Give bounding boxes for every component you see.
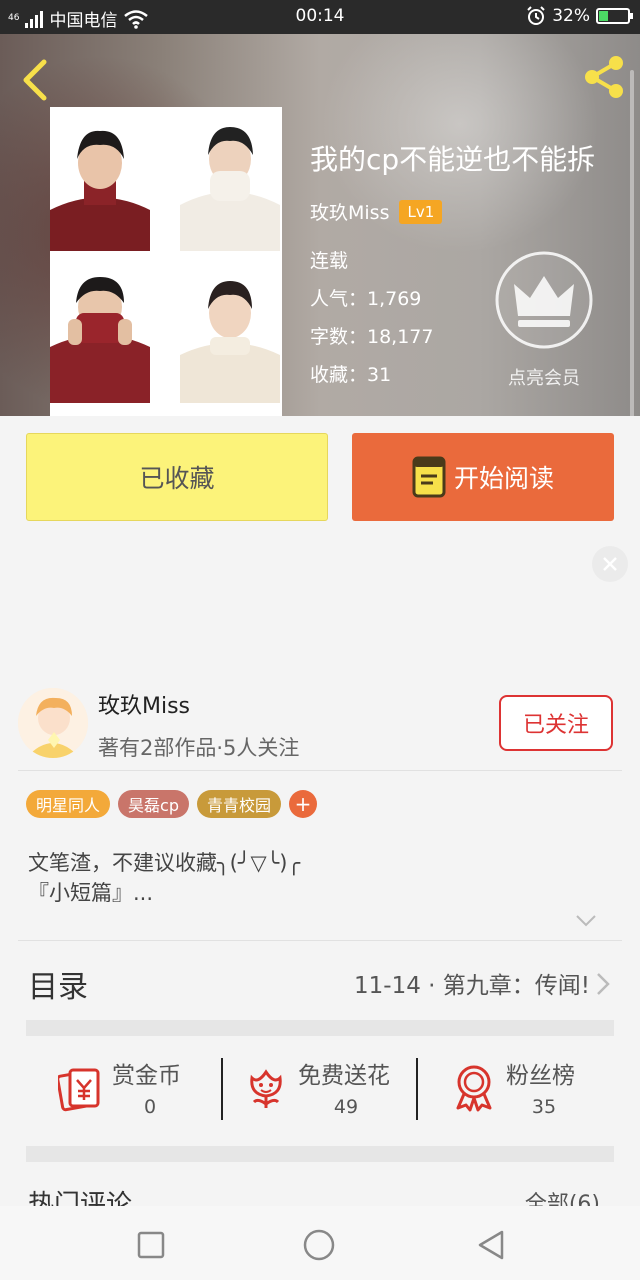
- stat-label: 粉丝榜: [506, 1063, 575, 1089]
- divider: [18, 770, 622, 771]
- chevron-down-icon[interactable]: [574, 912, 598, 930]
- share-icon: [585, 56, 623, 98]
- send-flowers-button[interactable]: 免费送花 49: [244, 1056, 404, 1126]
- description-line: 『小短篇』...: [28, 881, 154, 905]
- flower-icon: [250, 1069, 282, 1108]
- tag-chip[interactable]: 青青校园: [196, 790, 281, 818]
- level-badge: Lv1: [399, 199, 443, 224]
- add-tag-button[interactable]: +: [289, 790, 317, 818]
- recents-square-icon[interactable]: [134, 1228, 168, 1262]
- author-avatar[interactable]: [18, 688, 88, 758]
- popularity: 人气：1,769: [310, 288, 422, 310]
- favorited-label: 已收藏: [139, 464, 215, 493]
- vip-button[interactable]: [494, 250, 594, 350]
- reward-coins-button[interactable]: 赏金币 0: [58, 1056, 198, 1126]
- close-ad-button[interactable]: [592, 546, 628, 582]
- favorited-button[interactable]: 已收藏: [26, 433, 328, 521]
- crown-icon: [495, 251, 593, 349]
- stat-value: 49: [333, 1096, 359, 1118]
- tag-chip[interactable]: 昊磊cp: [118, 790, 189, 818]
- vip-label: 点亮会员: [508, 368, 580, 389]
- start-reading-label: 开始阅读: [453, 464, 554, 493]
- close-icon: [603, 557, 617, 571]
- toc-label: 目录: [28, 970, 88, 1005]
- serial-status: 连载: [310, 250, 349, 272]
- book-description[interactable]: 文笔渣，不建议收藏╮(╯▽╰)╭ 『小短篇』...: [28, 848, 300, 908]
- alarm-icon: [527, 6, 545, 25]
- favorite-count: 收藏：31: [310, 364, 392, 386]
- cover-photo-3: [50, 267, 150, 403]
- book-title: 我的cp不能逆也不能拆: [310, 143, 596, 176]
- system-nav-bar: [0, 1206, 640, 1280]
- cover-photo-4: [180, 267, 280, 403]
- cover-photo-2: [180, 115, 280, 251]
- latest-chapter: 11-14 · 第九章：传闻!: [354, 973, 590, 999]
- book-author-line: 玫玖Miss Lv1: [310, 198, 443, 225]
- book-icon: [412, 456, 446, 498]
- red-envelope-icon: [58, 1068, 100, 1112]
- hot-comments-header: 热门评论 全部(6): [0, 1176, 640, 1210]
- book-author[interactable]: 玫玖Miss: [310, 198, 389, 225]
- book-header: 我的cp不能逆也不能拆 玫玖Miss Lv1 连载 人气：1,769 字数：18…: [0, 34, 640, 416]
- table-of-contents-row[interactable]: 目录 11-14 · 第九章：传闻!: [0, 942, 640, 1026]
- stat-label: 免费送花: [298, 1063, 390, 1089]
- follow-label: 已关注: [522, 713, 589, 738]
- status-bar: 46 中国电信 00:14 32%: [0, 0, 640, 34]
- cover-photo-1: [50, 115, 150, 251]
- back-button[interactable]: [18, 58, 52, 102]
- section-divider: [26, 1146, 614, 1162]
- stat-value: 35: [531, 1096, 557, 1118]
- author-summary: 著有2部作品·5人关注: [98, 736, 300, 760]
- description-line: 文笔渣，不建议收藏╮(╯▽╰)╭: [28, 851, 301, 875]
- stats-bar: 赏金币 0 免费送花 49 粉丝榜 35: [0, 1036, 640, 1144]
- battery-percent: 32%: [552, 6, 590, 26]
- stat-value: 0: [143, 1096, 157, 1118]
- book-cover[interactable]: [50, 107, 282, 416]
- word-count: 字数：18,177: [310, 326, 434, 348]
- back-triangle-icon[interactable]: [474, 1228, 508, 1262]
- follow-button[interactable]: 已关注: [499, 695, 613, 751]
- divider: [18, 940, 622, 941]
- tag-chip[interactable]: 明星同人: [26, 790, 111, 818]
- battery-icon: [596, 8, 633, 24]
- stat-label: 赏金币: [112, 1063, 181, 1089]
- tag-list: 明星同人 昊磊cp 青青校园 +: [26, 790, 317, 818]
- chevron-left-icon: [23, 59, 47, 101]
- stat-separator: [221, 1058, 223, 1120]
- award-ribbon-icon: [456, 1065, 492, 1112]
- chevron-right-icon: [597, 973, 610, 995]
- stat-separator: [416, 1058, 418, 1120]
- section-divider: [26, 1020, 614, 1036]
- share-button[interactable]: [580, 52, 628, 102]
- author-name[interactable]: 玫玖Miss: [98, 688, 190, 720]
- fan-ranking-button[interactable]: 粉丝榜 35: [452, 1056, 592, 1126]
- start-reading-button[interactable]: 开始阅读: [352, 433, 614, 521]
- home-circle-icon[interactable]: [302, 1228, 336, 1262]
- scrollbar: [630, 70, 634, 416]
